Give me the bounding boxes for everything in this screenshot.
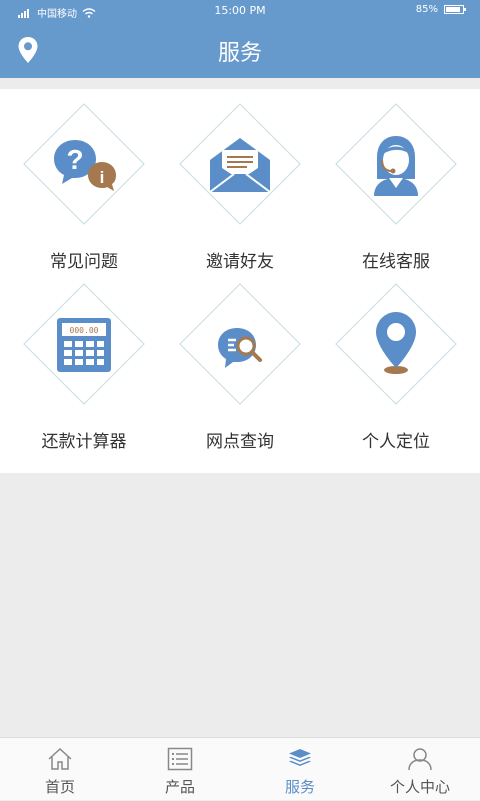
service-online-support[interactable]: 在线客服 [316, 89, 476, 272]
battery-percent: 85% [415, 4, 438, 15]
svg-text:?: ? [66, 144, 83, 175]
tab-home[interactable]: 首页 [0, 738, 120, 801]
home-icon [48, 747, 72, 770]
status-right: 85% [415, 4, 466, 15]
service-label: 网点查询 [206, 432, 274, 452]
service-invite-friends[interactable]: 邀请好友 [160, 89, 320, 272]
services-grid: ? i 常见问题 邀请好友 在线客服 000.00 还款计算器 网点查询 个人定… [0, 89, 480, 473]
service-label: 个人定位 [362, 432, 430, 452]
service-branch-search[interactable]: 网点查询 [160, 269, 320, 452]
svg-text:i: i [100, 168, 105, 187]
tab-profile[interactable]: 个人中心 [360, 738, 480, 801]
status-time: 15:00 PM [214, 4, 266, 17]
tab-label: 个人中心 [389, 778, 450, 796]
tab-services[interactable]: 服务 [240, 738, 360, 801]
envelope-icon [209, 138, 271, 193]
calculator-icon: 000.00 [57, 318, 111, 372]
svg-text:000.00: 000.00 [70, 326, 99, 335]
page-title: 服务 [217, 41, 262, 66]
branch-search-icon [218, 328, 262, 368]
service-faq[interactable]: ? i 常见问题 [4, 89, 164, 272]
battery-icon [444, 5, 466, 14]
layers-icon [289, 749, 311, 766]
customer-service-icon [374, 136, 418, 196]
tab-products[interactable]: 产品 [120, 738, 240, 801]
bottom-tab-bar: 首页 产品 服务 个人中心 [0, 737, 480, 800]
faq-icon: ? i [54, 140, 116, 191]
service-repayment-calculator[interactable]: 000.00 还款计算器 [4, 269, 164, 452]
list-icon [167, 747, 193, 771]
tab-label: 首页 [44, 778, 75, 796]
service-personal-location[interactable]: 个人定位 [316, 269, 476, 452]
tab-label: 服务 [284, 778, 315, 796]
app-header: 服务 [0, 22, 480, 78]
status-bar: 中国移动 15:00 PM 85% [0, 0, 480, 22]
location-pin-icon [376, 312, 416, 374]
service-label: 还款计算器 [41, 432, 127, 452]
tab-label: 产品 [164, 778, 195, 796]
user-icon [408, 748, 432, 771]
